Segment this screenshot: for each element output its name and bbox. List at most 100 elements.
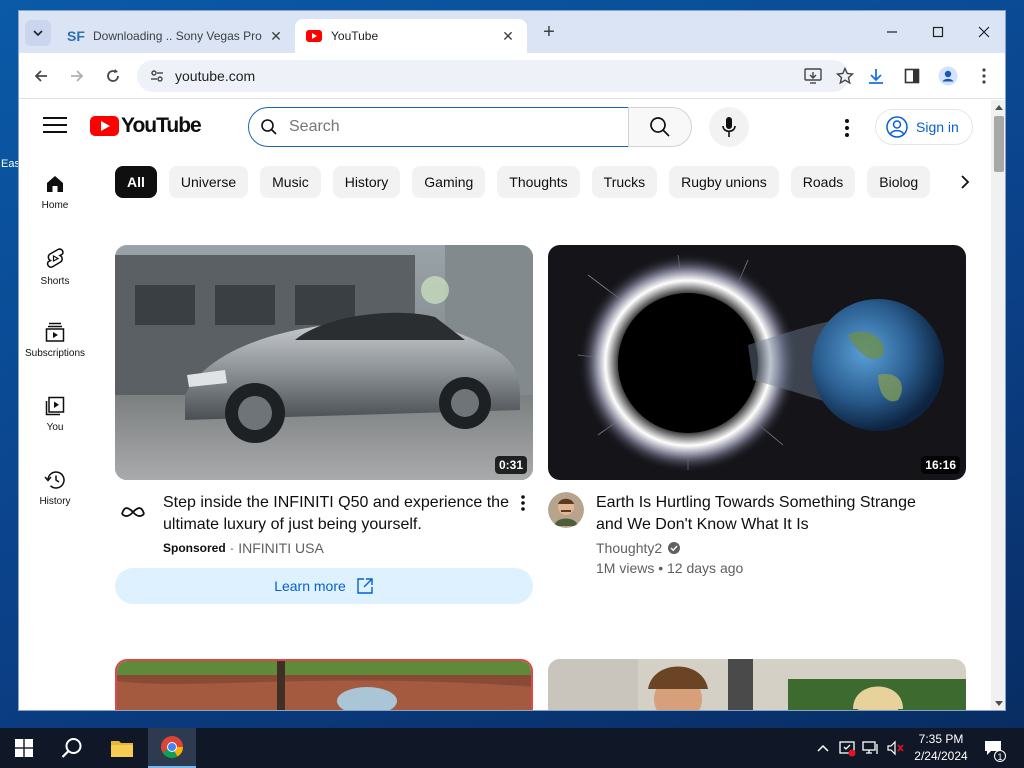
kebab-menu-icon (982, 68, 986, 84)
search-button[interactable] (628, 107, 692, 147)
reload-button[interactable] (99, 62, 127, 90)
sidebar-item-you[interactable]: You (19, 378, 91, 452)
chip-history[interactable]: History (332, 166, 401, 198)
start-button[interactable] (0, 728, 48, 768)
sidebar-item-label: You (46, 422, 64, 433)
microphone-icon (722, 117, 736, 137)
chevron-down-icon (33, 30, 43, 37)
scroll-down-arrow-icon[interactable] (995, 701, 1003, 706)
chip-thoughts[interactable]: Thoughts (497, 166, 580, 198)
video-thumbnail[interactable] (548, 659, 966, 710)
video-title[interactable]: Step inside the INFINITI Q50 and experie… (163, 492, 509, 536)
maximize-button[interactable] (915, 17, 961, 47)
video-thumbnail[interactable] (115, 659, 533, 710)
learn-more-button[interactable]: Learn more (115, 568, 533, 604)
youtube-logo[interactable]: YouTube (90, 114, 202, 138)
chip-all[interactable]: All (115, 166, 157, 198)
chip-biology[interactable]: Biolog (867, 166, 931, 198)
forward-button[interactable] (63, 62, 91, 90)
tab-sony-vegas[interactable]: SF Downloading .. Sony Vegas Pro ✕ (57, 19, 295, 53)
chip-rugby-unions[interactable]: Rugby unions (669, 166, 779, 198)
taskbar-clock[interactable]: 7:35 PM 2/24/2024 (906, 731, 976, 765)
arrow-left-icon (34, 70, 47, 82)
hamburger-menu-icon[interactable] (43, 117, 67, 137)
chip-universe[interactable]: Universe (168, 166, 249, 198)
new-tab-button[interactable]: + (537, 21, 561, 45)
security-tray-icon[interactable] (836, 728, 858, 768)
video-duration: 0:31 (494, 456, 527, 474)
show-hidden-icons-button[interactable] (812, 728, 834, 768)
channel-row: Sponsored · INFINITI USA (163, 540, 533, 556)
chip-gaming[interactable]: Gaming (412, 166, 486, 198)
voice-search-button[interactable] (709, 107, 749, 147)
close-icon[interactable]: ✕ (267, 28, 285, 45)
settings-menu-button[interactable] (835, 114, 859, 142)
tab-strip: SF Downloading .. Sony Vegas Pro ✕ YouTu… (19, 11, 1005, 53)
site-info-icon[interactable] (147, 66, 167, 86)
chip-music[interactable]: Music (260, 166, 321, 198)
bookmark-star-icon[interactable] (833, 64, 857, 88)
video-title[interactable]: Earth Is Hurtling Towards Something Stra… (596, 492, 942, 536)
action-center-button[interactable]: 1 (982, 728, 1006, 768)
tab-search-button[interactable] (25, 20, 51, 46)
scroll-up-arrow-icon[interactable] (995, 105, 1003, 110)
clock-time: 7:35 PM (918, 732, 964, 746)
volume-tray-icon[interactable] (884, 728, 906, 768)
video-meta: Earth Is Hurtling Towards Something Stra… (548, 492, 966, 576)
close-window-button[interactable] (961, 17, 1005, 47)
search-box (248, 107, 629, 147)
address-bar[interactable]: youtube.com (137, 60, 854, 92)
page-scrollbar[interactable] (991, 100, 1005, 710)
taskbar-search-button[interactable] (48, 728, 96, 768)
people-thumbnail-image (548, 659, 966, 710)
search-icon (249, 118, 289, 136)
video-thumbnail[interactable]: 0:31 (115, 245, 533, 480)
channel-name[interactable]: Thoughty2 (596, 540, 662, 556)
chip-trucks[interactable]: Trucks (591, 166, 658, 198)
chrome-menu-button[interactable] (970, 62, 998, 90)
kebab-menu-icon (521, 495, 525, 511)
arrow-right-icon (71, 70, 84, 82)
network-tray-icon[interactable] (860, 728, 882, 768)
chip-roads[interactable]: Roads (790, 166, 856, 198)
youtube-page: YouTube Sign in (19, 100, 1005, 710)
side-panel-icon (904, 68, 920, 84)
channel-avatar[interactable] (548, 492, 584, 528)
network-icon (862, 741, 878, 754)
tab-youtube[interactable]: YouTube ✕ (295, 19, 527, 53)
browser-window: SF Downloading .. Sony Vegas Pro ✕ YouTu… (18, 10, 1006, 711)
sidebar-item-home[interactable]: Home (19, 156, 91, 230)
file-explorer-button[interactable] (98, 728, 146, 768)
side-panel-button[interactable] (898, 62, 926, 90)
channel-name[interactable]: INFINITI USA (238, 540, 324, 556)
profile-button[interactable] (934, 62, 962, 90)
close-icon[interactable]: ✕ (499, 28, 517, 45)
car-thumbnail-image (115, 245, 533, 480)
infiniti-logo-icon[interactable] (115, 492, 151, 528)
video-options-button[interactable] (513, 492, 533, 514)
scrollbar-thumb[interactable] (994, 116, 1004, 172)
chips-next-button[interactable] (945, 162, 985, 202)
video-card: 16:16 Earth Is Hurtling Towards Somethin… (548, 245, 966, 576)
sidebar-item-history[interactable]: History (19, 452, 91, 526)
search-input[interactable] (289, 118, 628, 136)
external-link-icon (357, 578, 373, 594)
home-icon (47, 176, 63, 192)
chrome-taskbar-button[interactable] (148, 728, 196, 768)
install-app-icon[interactable] (801, 64, 825, 88)
video-duration: 16:16 (921, 456, 960, 474)
minimize-icon (887, 31, 897, 33)
video-card-sponsored: 0:31 Step inside the INFINITI Q50 and ex… (115, 245, 533, 604)
history-icon (44, 471, 65, 489)
video-thumbnail[interactable]: 16:16 (548, 245, 966, 480)
minimize-button[interactable] (869, 17, 915, 47)
downloads-button[interactable] (862, 62, 890, 90)
back-button[interactable] (27, 62, 55, 90)
excavation-thumbnail-image (117, 661, 531, 710)
sidebar-item-subscriptions[interactable]: Subscriptions (19, 304, 91, 378)
url-text[interactable]: youtube.com (175, 68, 255, 84)
sidebar-item-shorts[interactable]: Shorts (19, 230, 91, 304)
account-circle-icon (886, 116, 908, 138)
sign-in-button[interactable]: Sign in (875, 109, 973, 145)
folder-icon (111, 741, 133, 757)
